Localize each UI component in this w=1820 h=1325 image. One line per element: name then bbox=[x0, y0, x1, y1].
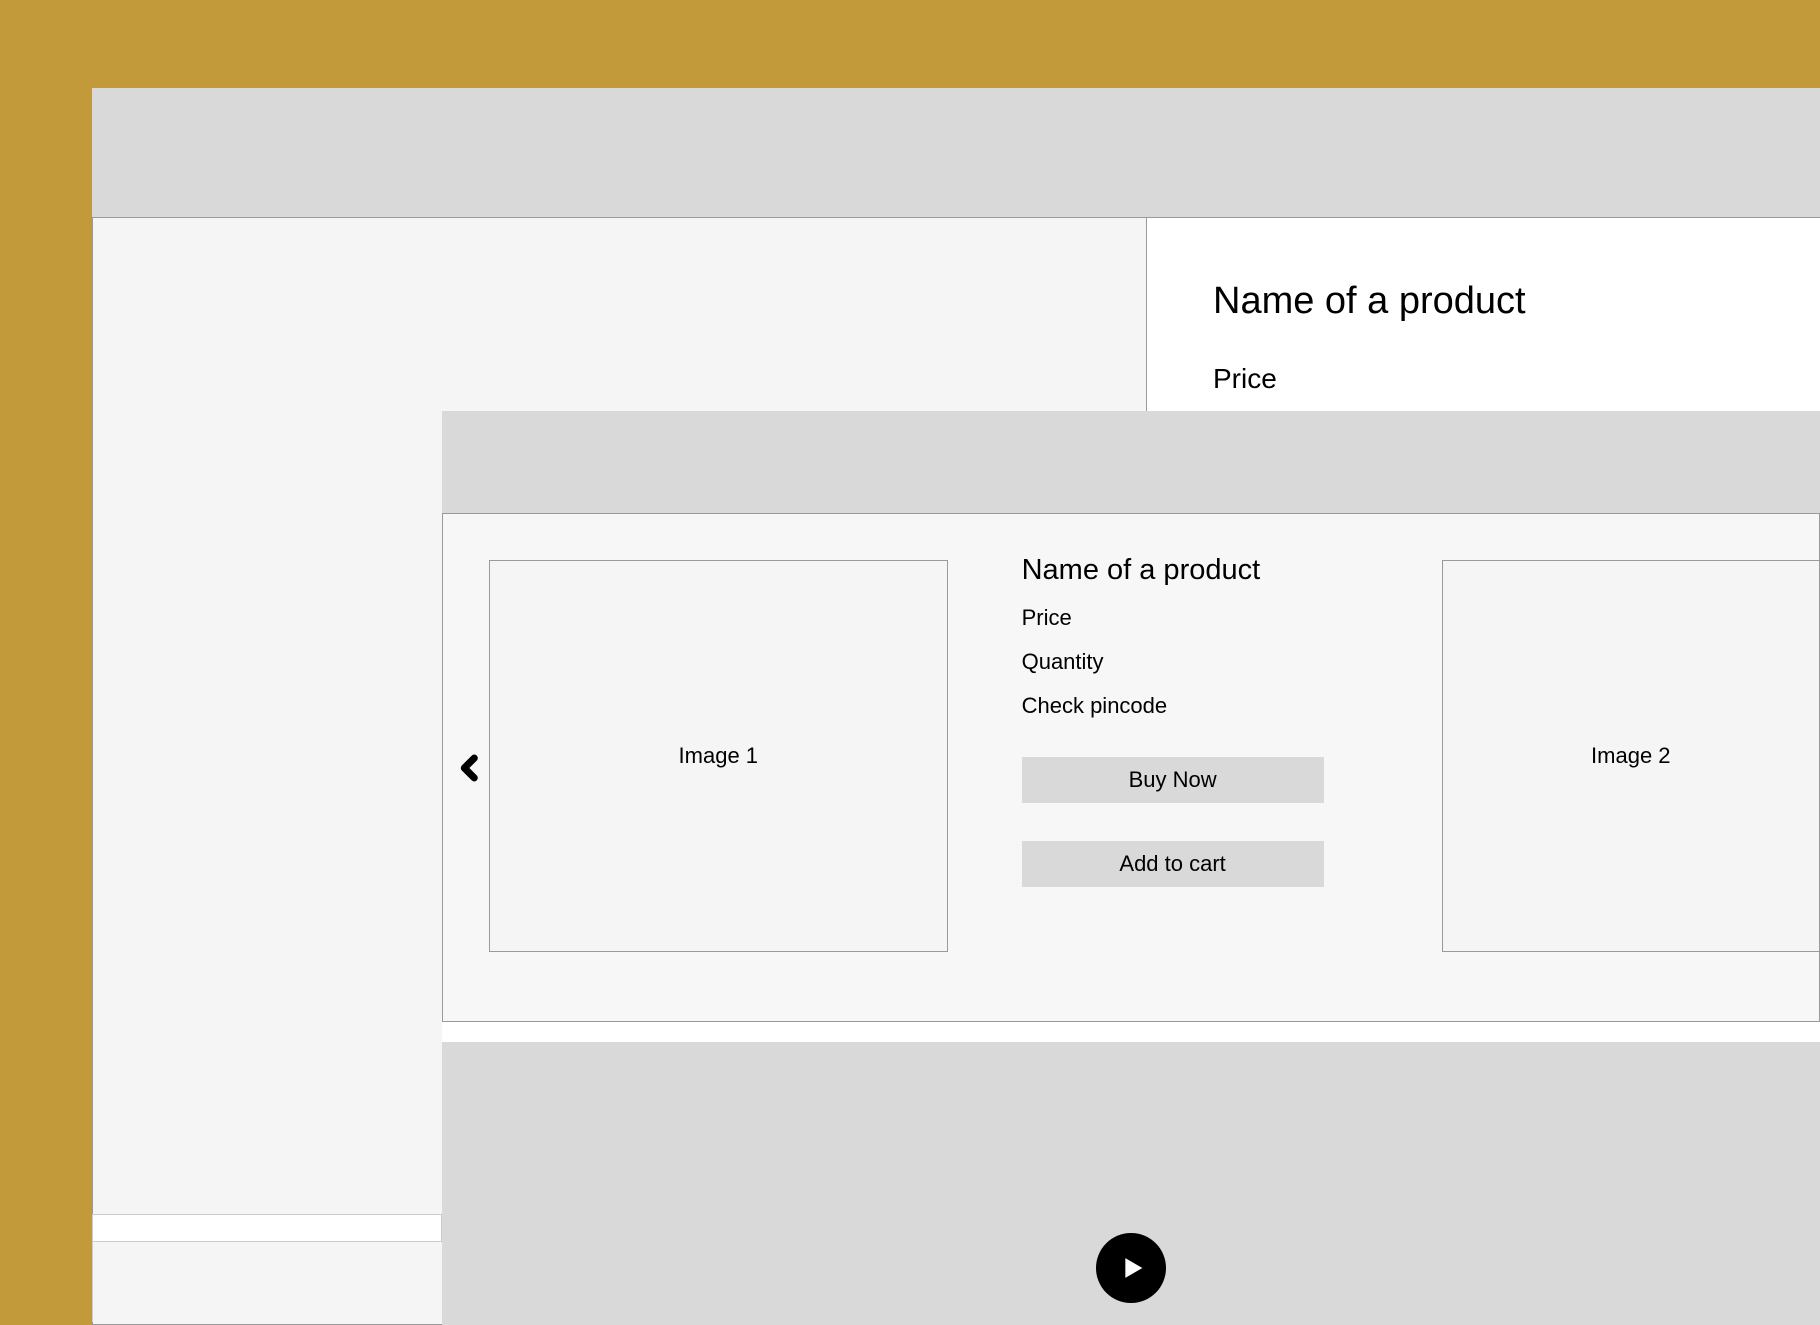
buy-now-button[interactable]: Buy Now bbox=[1022, 757, 1324, 803]
carousel-image-1[interactable]: Image 1 bbox=[489, 560, 948, 952]
back-strip-white bbox=[92, 1214, 442, 1242]
chevron-left-icon[interactable] bbox=[453, 751, 487, 785]
image-label: Image 2 bbox=[1591, 743, 1671, 769]
product-info-column: Name of a product Price Quantity Check p… bbox=[1022, 554, 1324, 887]
play-icon[interactable] bbox=[1096, 1233, 1166, 1303]
back-strip-grey bbox=[92, 1242, 442, 1322]
image-label: Image 1 bbox=[679, 743, 759, 769]
back-product-title: Name of a product bbox=[1213, 280, 1754, 323]
product-pincode: Check pincode bbox=[1022, 693, 1324, 719]
back-product-price: Price bbox=[1213, 363, 1754, 395]
product-title: Name of a product bbox=[1022, 554, 1324, 587]
product-price: Price bbox=[1022, 605, 1324, 631]
carousel-image-2[interactable]: Image 2 bbox=[1442, 560, 1819, 952]
front-carousel-body: Image 1 Name of a product Price Quantity… bbox=[442, 514, 1820, 1022]
back-header-bar bbox=[92, 88, 1820, 218]
add-to-cart-button[interactable]: Add to cart bbox=[1022, 841, 1324, 887]
product-quantity: Quantity bbox=[1022, 649, 1324, 675]
front-header-bar bbox=[442, 411, 1820, 514]
video-placeholder bbox=[442, 1042, 1820, 1325]
